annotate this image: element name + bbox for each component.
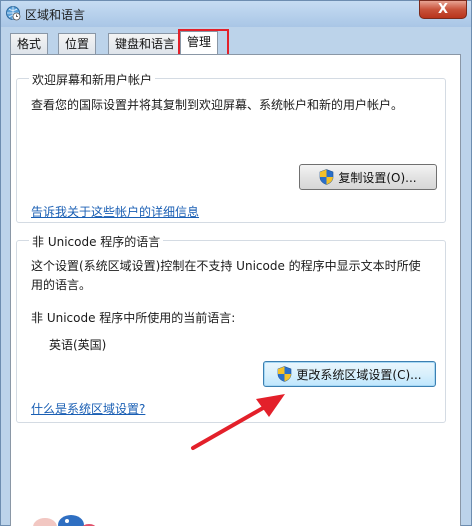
- region-language-window: 区域和语言 X 格式 位置 键盘和语言 管理 欢迎屏幕和新用户帐户 查看您的国际…: [0, 0, 472, 526]
- mascot-image: [33, 515, 96, 526]
- annotation-arrow: [191, 394, 285, 450]
